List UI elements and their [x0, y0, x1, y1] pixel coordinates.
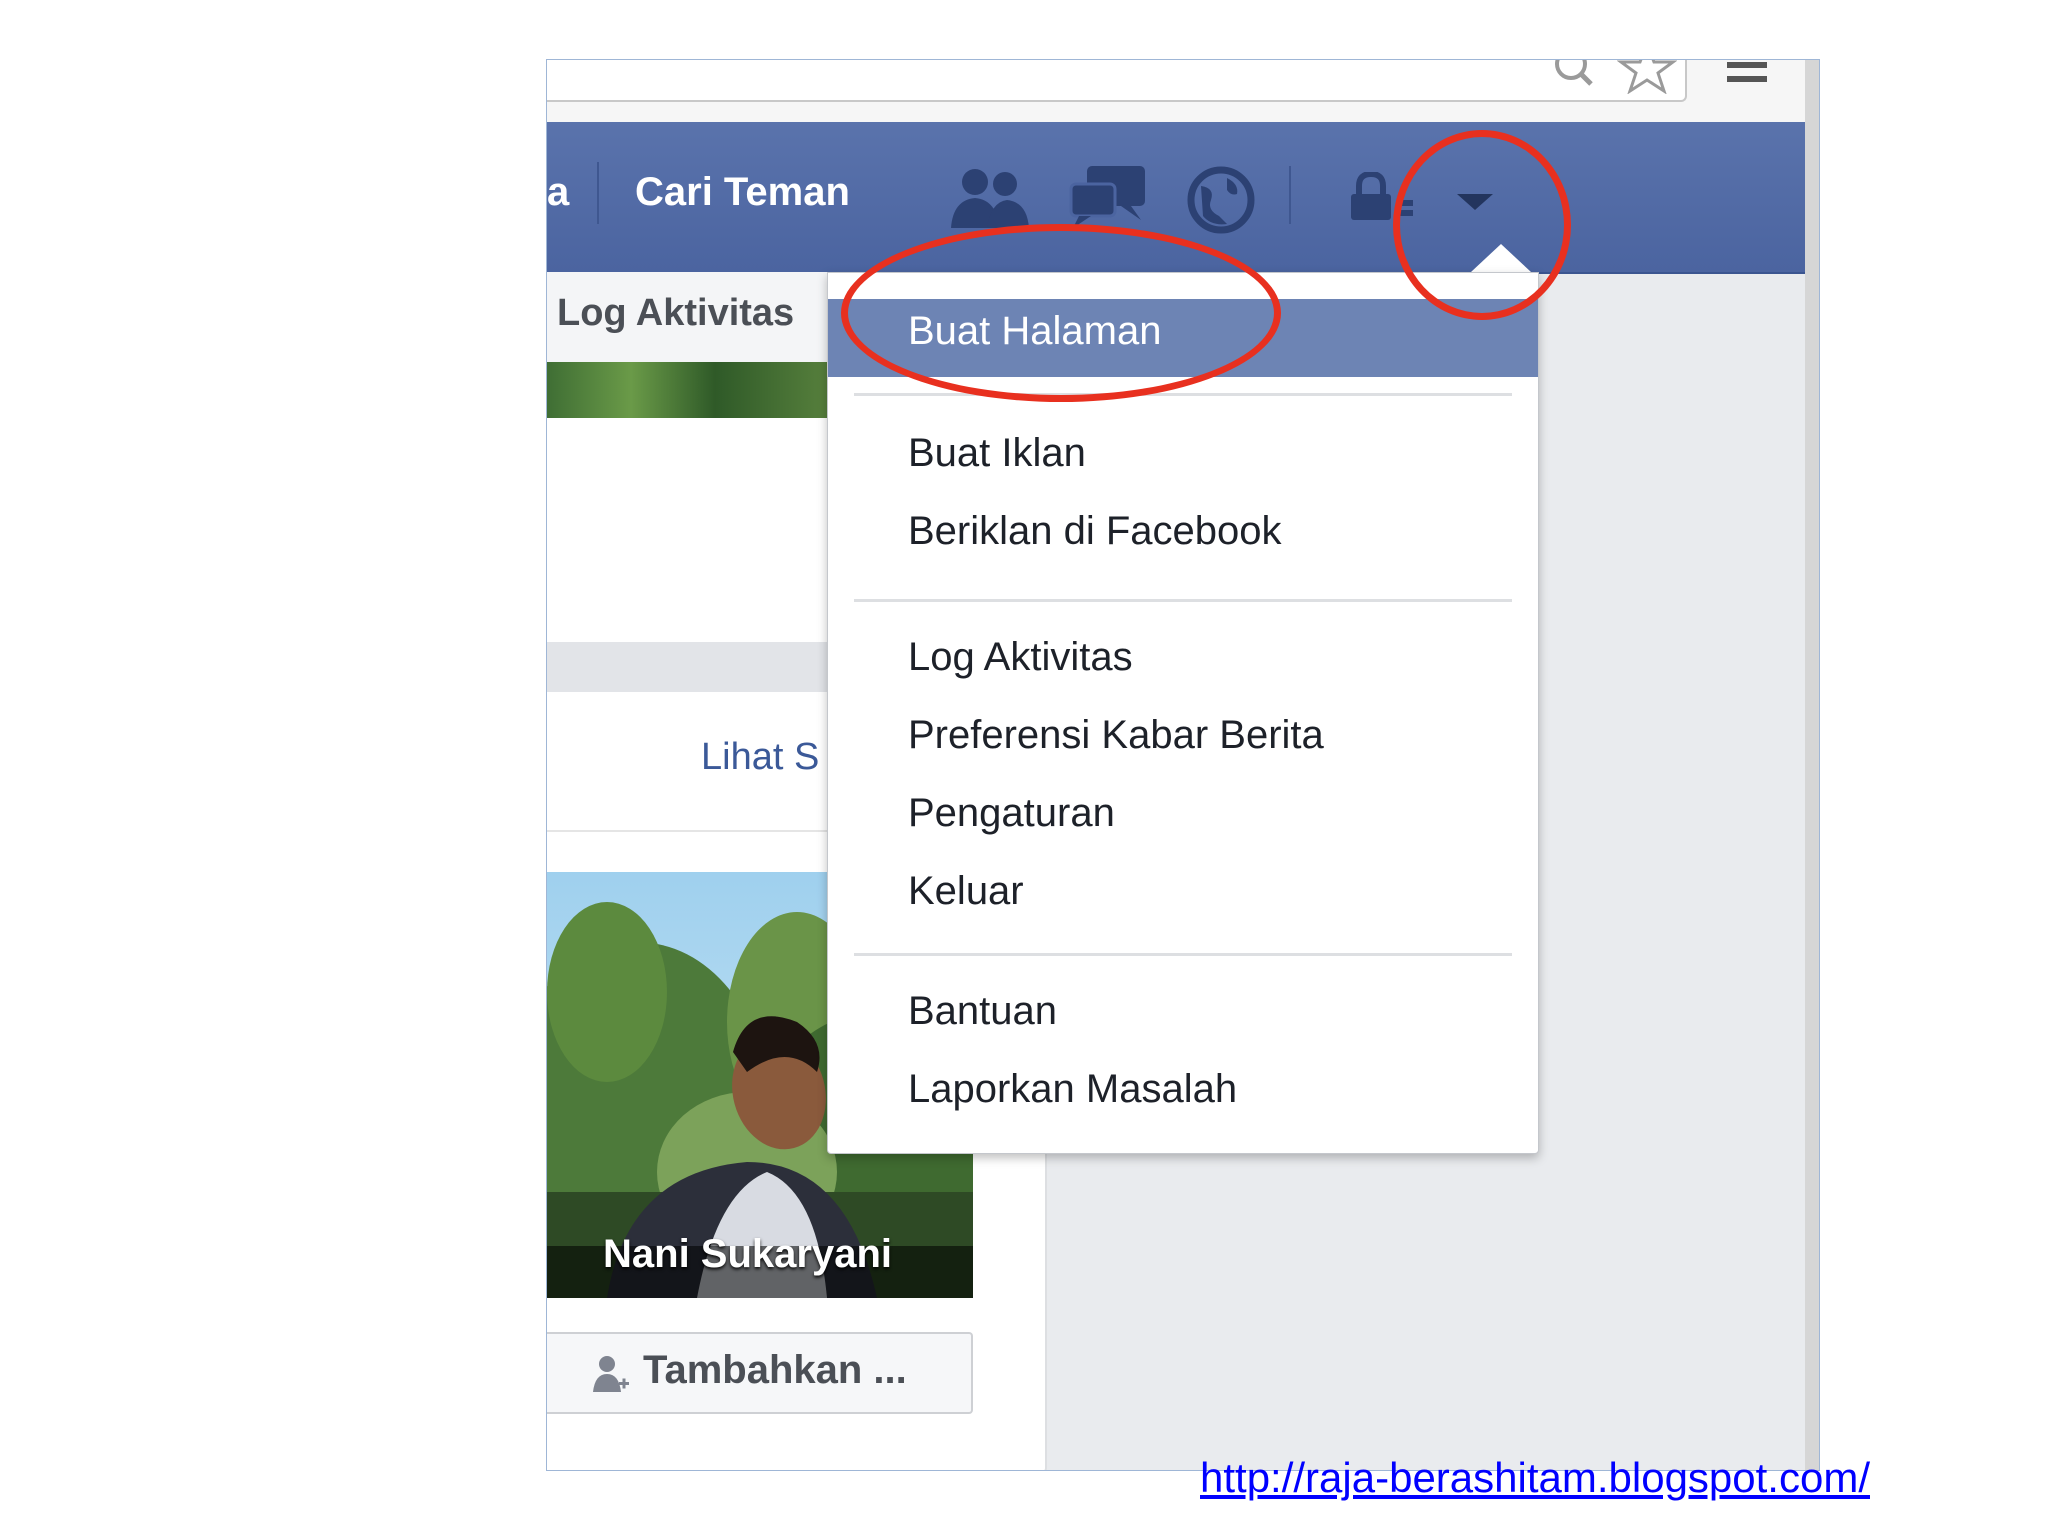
nav-find-friends[interactable]: Cari Teman: [635, 170, 850, 215]
card-divider: [547, 830, 827, 832]
menu-item-settings[interactable]: Pengaturan: [908, 791, 1115, 836]
content-panel: [547, 418, 827, 642]
profile-tab[interactable]: Log Aktivitas: [547, 272, 827, 362]
browser-scrollbar[interactable]: [1805, 60, 1819, 1470]
add-friend-button[interactable]: Tambahkan ...: [547, 1332, 973, 1414]
friend-requests-icon[interactable]: [947, 162, 1037, 232]
person-name[interactable]: Nani Sukaryani: [603, 1232, 892, 1277]
add-friend-icon: [593, 1356, 629, 1392]
annotation-circle-account-caret: [1393, 130, 1571, 320]
menu-item-activity-log[interactable]: Log Aktivitas: [908, 635, 1133, 680]
menu-item-create-ad[interactable]: Buat Iklan: [908, 431, 1086, 476]
nav-divider: [1289, 166, 1291, 224]
cover-photo-strip: [547, 362, 827, 418]
menu-separator: [854, 599, 1512, 602]
address-bar[interactable]: [547, 60, 1687, 102]
menu-item-log-out[interactable]: Keluar: [908, 869, 1024, 914]
menu-item-help[interactable]: Bantuan: [908, 989, 1057, 1034]
add-friend-label: Tambahkan ...: [643, 1348, 907, 1392]
nav-item-partial[interactable]: a: [547, 170, 569, 215]
section-separator: [547, 642, 827, 692]
blog-url-link[interactable]: http://raja-berashitam.blogspot.com/: [1200, 1454, 1870, 1502]
star-icon[interactable]: [1617, 59, 1677, 94]
notifications-globe-icon[interactable]: [1181, 166, 1261, 236]
browser-toolbar: [547, 60, 1807, 122]
menu-item-news-feed-preferences[interactable]: Preferensi Kabar Berita: [908, 713, 1324, 758]
activity-log-tab-label: Log Aktivitas: [557, 292, 795, 334]
see-all-link[interactable]: Lihat S: [701, 736, 819, 779]
messages-icon[interactable]: [1065, 162, 1155, 232]
screenshot-frame: a Cari Teman Log Aktivitas Lihat S Nani …: [546, 59, 1820, 1471]
browser-menu-icon[interactable]: [1725, 60, 1771, 90]
annotation-circle-create-page: [841, 224, 1281, 402]
nav-divider: [597, 162, 599, 224]
menu-item-advertise[interactable]: Beriklan di Facebook: [908, 509, 1282, 554]
account-dropdown-menu: Buat Halaman Buat Iklan Beriklan di Face…: [827, 272, 1539, 1154]
menu-item-report-problem[interactable]: Laporkan Masalah: [908, 1067, 1237, 1112]
search-icon[interactable]: [1547, 59, 1607, 94]
menu-separator: [854, 393, 1512, 396]
menu-separator: [854, 953, 1512, 956]
